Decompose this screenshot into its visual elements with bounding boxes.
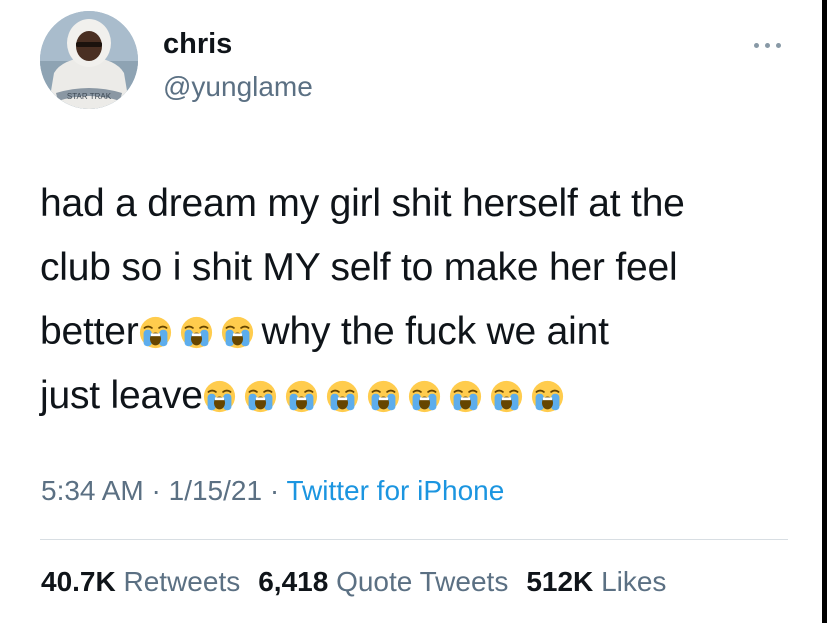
tweet-date[interactable]: 1/15/21 (169, 475, 262, 506)
loudly-crying-face-icon (326, 380, 359, 413)
tweet-line-1: had a dream my girl shit herself at the (40, 182, 685, 225)
loudly-crying-face-icon (139, 316, 172, 349)
loudly-crying-face-icon (490, 380, 523, 413)
tweet-time[interactable]: 5:34 AM (41, 475, 144, 506)
retweets-label: Retweets (123, 566, 241, 597)
tweet-source[interactable]: Twitter for iPhone (286, 475, 504, 506)
tweet-line-3-tail: why the fuck we aint (261, 310, 609, 353)
more-horizontal-icon[interactable] (750, 34, 786, 56)
likes-label: Likes (601, 566, 667, 597)
screen-edge (822, 0, 827, 623)
avatar-text: STAR TRAK (67, 92, 112, 101)
tweet-line-3-text: better (40, 310, 139, 353)
likes-stat[interactable]: 512K Likes (526, 564, 666, 600)
tweet-stats: 40.7K Retweets 6,418 Quote Tweets 512K Lik… (41, 564, 684, 600)
loudly-crying-face-icon (408, 380, 441, 413)
loudly-crying-face-icon (367, 380, 400, 413)
avatar[interactable]: STAR TRAK (40, 11, 138, 109)
user-handle[interactable]: @yunglame (163, 69, 313, 105)
meta-separator: · (151, 475, 161, 506)
retweets-count: 40.7K (41, 566, 116, 597)
tweet-text: had a dream my girl shit herself at the … (40, 172, 800, 428)
loudly-crying-face-icon (221, 316, 254, 349)
loudly-crying-face-icon (285, 380, 318, 413)
loudly-crying-face-icon (244, 380, 277, 413)
loudly-crying-face-icon (449, 380, 482, 413)
quote-tweets-count: 6,418 (258, 566, 329, 597)
tweet-line-3: better why the fuck we aint (40, 300, 800, 364)
meta-separator: · (269, 475, 280, 506)
loudly-crying-face-icon (203, 380, 236, 413)
tweet-line-4: just leave (40, 364, 800, 428)
tweet-line-2: club so i shit MY self to make her feel (40, 246, 678, 289)
tweet-meta: 5:34 AM · 1/15/21 · Twitter for iPhone (41, 473, 504, 509)
loudly-crying-face-icon (180, 316, 213, 349)
quote-tweets-label: Quote Tweets (336, 566, 509, 597)
likes-count: 512K (526, 566, 594, 597)
retweets-stat[interactable]: 40.7K Retweets (41, 564, 240, 600)
divider (40, 539, 788, 540)
tweet-line-4-text: just leave (40, 374, 203, 417)
loudly-crying-face-icon (531, 380, 564, 413)
emoji-group (203, 374, 572, 417)
quote-tweets-stat[interactable]: 6,418 Quote Tweets (258, 564, 508, 600)
display-name[interactable]: chris (163, 26, 232, 62)
emoji-group (139, 310, 262, 353)
